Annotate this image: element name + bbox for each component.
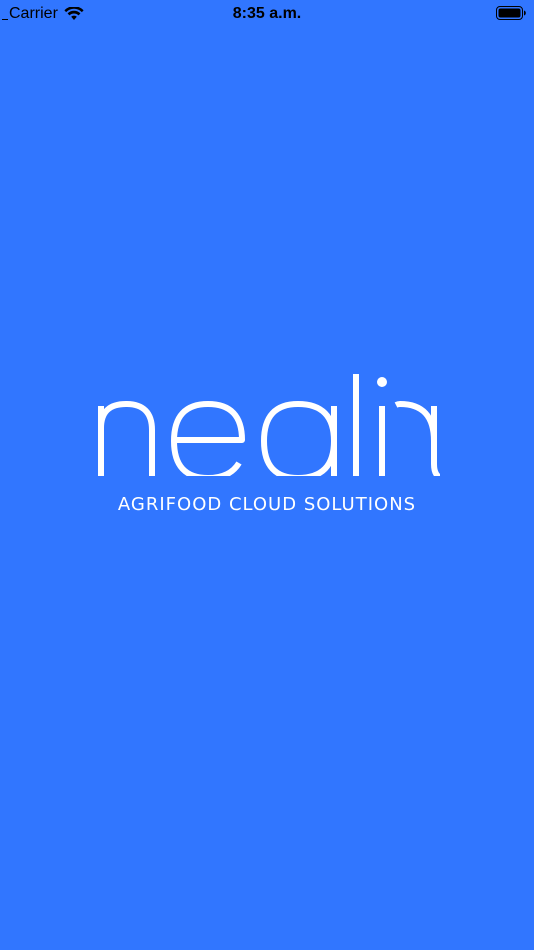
splash-logo-area: AGRIFOOD CLOUD SOLUTIONS [0, 360, 534, 530]
battery-icon [496, 6, 526, 20]
nealia-logo [98, 374, 440, 476]
status-time: 8:35 a.m. [232, 5, 302, 22]
status-bar: Carrier 8:35 a.m. [0, 0, 534, 28]
tagline: AGRIFOOD CLOUD SOLUTIONS [117, 494, 417, 515]
